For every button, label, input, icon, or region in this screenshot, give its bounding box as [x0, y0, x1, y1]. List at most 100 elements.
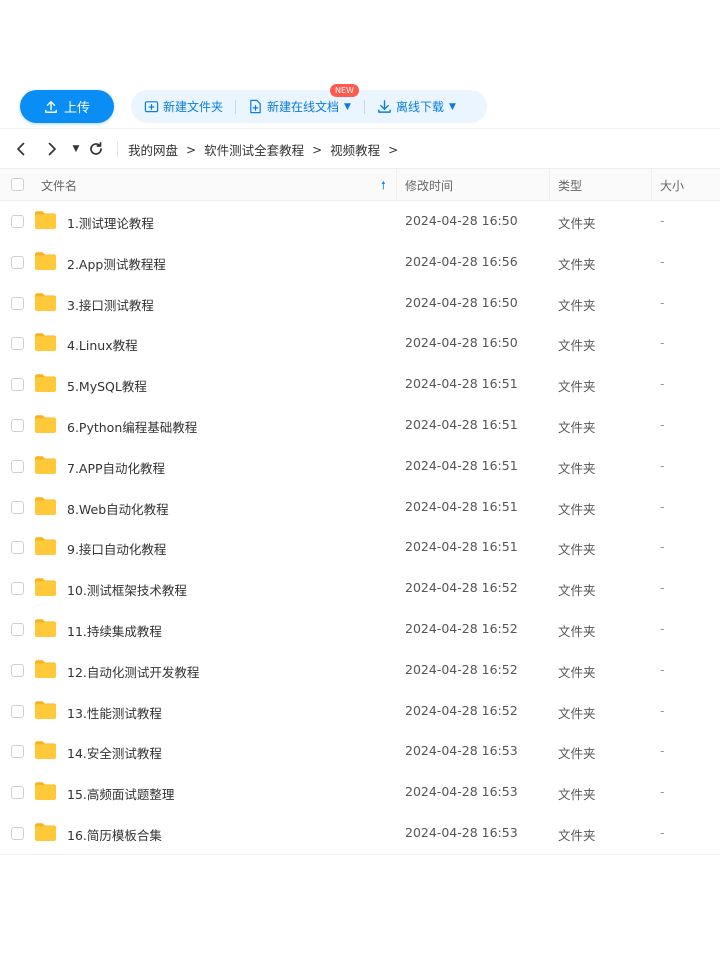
table-row[interactable]: 3.接口测试教程 2024-04-28 16:50 文件夹 -: [0, 283, 720, 324]
toolbar: 上传 新建文件夹 新建在线文档 ▼ 离线下载 ▼ NEW: [0, 84, 720, 128]
file-type: 文件夹: [558, 746, 596, 762]
row-checkbox[interactable]: [11, 745, 24, 759]
file-size: -: [660, 294, 665, 310]
file-name[interactable]: 13.性能测试教程: [67, 703, 162, 722]
new-folder-button[interactable]: 新建文件夹: [144, 98, 223, 115]
row-checkbox[interactable]: [11, 622, 24, 636]
row-checkbox[interactable]: [11, 582, 24, 596]
folder-icon: [35, 496, 56, 515]
new-badge: NEW: [330, 84, 359, 97]
table-body: 1.测试理论教程 2024-04-28 16:50 文件夹 - 2.App测试教程程 20…: [0, 201, 720, 854]
download-icon: [378, 100, 391, 113]
file-size: -: [660, 620, 665, 636]
refresh-button[interactable]: [86, 139, 106, 159]
table-row[interactable]: 11.持续集成教程 2024-04-28 16:52 文件夹 -: [0, 609, 720, 650]
select-all-checkbox[interactable]: [11, 178, 24, 191]
column-header-name[interactable]: 文件名: [41, 177, 77, 194]
modified-time: 2024-04-28 16:56: [405, 253, 518, 269]
table-row[interactable]: 14.安全测试教程 2024-04-28 16:53 文件夹 -: [0, 731, 720, 772]
file-type: 文件夹: [558, 542, 596, 558]
file-name[interactable]: 2.App测试教程程: [67, 254, 166, 273]
file-name[interactable]: 7.APP自动化教程: [67, 458, 165, 477]
file-name[interactable]: 10.测试框架技术教程: [67, 580, 187, 599]
file-size: -: [660, 498, 665, 514]
file-name[interactable]: 4.Linux教程: [67, 335, 138, 354]
file-name[interactable]: 11.持续集成教程: [67, 621, 162, 640]
row-checkbox[interactable]: [11, 500, 24, 514]
row-checkbox[interactable]: [11, 704, 24, 718]
row-checkbox[interactable]: [11, 663, 24, 677]
file-type: 文件夹: [558, 460, 596, 476]
row-checkbox[interactable]: [11, 255, 24, 269]
table-row[interactable]: 6.Python编程基础教程 2024-04-28 16:51 文件夹 -: [0, 405, 720, 446]
row-checkbox[interactable]: [11, 337, 24, 351]
folder-icon: [35, 782, 56, 801]
file-type: 文件夹: [558, 623, 596, 639]
file-name[interactable]: 9.接口自动化教程: [67, 539, 166, 558]
file-name[interactable]: 1.测试理论教程: [67, 213, 154, 232]
file-type: 文件夹: [558, 787, 596, 803]
table-row[interactable]: 5.MySQL教程 2024-04-28 16:51 文件夹 -: [0, 364, 720, 405]
file-size: -: [660, 457, 665, 473]
modified-time: 2024-04-28 16:50: [405, 294, 518, 310]
column-header-size[interactable]: 大小: [660, 177, 684, 194]
upload-label: 上传: [63, 101, 90, 116]
row-checkbox[interactable]: [11, 786, 24, 800]
file-name[interactable]: 6.Python编程基础教程: [67, 417, 197, 436]
row-checkbox[interactable]: [11, 826, 24, 840]
file-size: -: [660, 580, 665, 596]
breadcrumb-item[interactable]: 软件测试全套教程: [204, 140, 304, 159]
file-name[interactable]: 8.Web自动化教程: [67, 499, 169, 518]
table-row[interactable]: 7.APP自动化教程 2024-04-28 16:51 文件夹 -: [0, 446, 720, 487]
table-row[interactable]: 13.性能测试教程 2024-04-28 16:52 文件夹 -: [0, 691, 720, 732]
upload-button[interactable]: 上传: [20, 90, 114, 123]
modified-time: 2024-04-28 16:52: [405, 661, 518, 677]
table-row[interactable]: 12.自动化测试开发教程 2024-04-28 16:52 文件夹 -: [0, 650, 720, 691]
file-name[interactable]: 5.MySQL教程: [67, 376, 147, 395]
column-header-modified[interactable]: 修改时间: [405, 177, 453, 194]
file-name[interactable]: 14.安全测试教程: [67, 743, 162, 762]
row-checkbox[interactable]: [11, 459, 24, 473]
sort-up-icon[interactable]: 🠕: [381, 177, 386, 196]
table-row[interactable]: 2.App测试教程程 2024-04-28 16:56 文件夹 -: [0, 242, 720, 283]
column-divider[interactable]: [549, 169, 550, 200]
table-row[interactable]: 10.测试框架技术教程 2024-04-28 16:52 文件夹 -: [0, 568, 720, 609]
file-name[interactable]: 15.高频面试题整理: [67, 784, 174, 803]
file-size: -: [660, 416, 665, 432]
breadcrumb-item[interactable]: 我的网盘: [128, 140, 178, 159]
back-button[interactable]: [11, 139, 31, 159]
folder-icon: [35, 700, 56, 719]
toolbar-divider: [235, 99, 237, 114]
file-type: 文件夹: [558, 827, 596, 843]
history-dropdown[interactable]: ▼: [66, 139, 86, 159]
breadcrumb-item[interactable]: 视频教程: [330, 140, 380, 159]
upload-icon: [45, 100, 57, 113]
folder-icon: [35, 578, 56, 597]
forward-button[interactable]: [42, 139, 62, 159]
folder-icon: [35, 251, 56, 270]
table-row[interactable]: 1.测试理论教程 2024-04-28 16:50 文件夹 -: [0, 201, 720, 242]
row-checkbox[interactable]: [11, 215, 24, 228]
table-header: 文件名 🠕 修改时间 类型 大小: [0, 168, 720, 201]
table-bottom-border: [0, 853, 720, 855]
column-header-type[interactable]: 类型: [558, 177, 582, 194]
row-checkbox[interactable]: [11, 541, 24, 555]
row-checkbox[interactable]: [11, 296, 24, 310]
file-name[interactable]: 3.接口测试教程: [67, 295, 154, 314]
new-online-doc-button[interactable]: 新建在线文档 ▼: [248, 98, 351, 115]
folder-icon: [35, 374, 56, 393]
column-divider[interactable]: [651, 169, 652, 200]
table-row[interactable]: 9.接口自动化教程 2024-04-28 16:51 文件夹 -: [0, 527, 720, 568]
row-checkbox[interactable]: [11, 418, 24, 432]
table-row[interactable]: 8.Web自动化教程 2024-04-28 16:51 文件夹 -: [0, 487, 720, 528]
modified-time: 2024-04-28 16:51: [405, 539, 518, 555]
file-name[interactable]: 12.自动化测试开发教程: [67, 662, 199, 681]
table-row[interactable]: 4.Linux教程 2024-04-28 16:50 文件夹 -: [0, 323, 720, 364]
offline-download-button[interactable]: 离线下载 ▼: [377, 98, 456, 115]
table-row[interactable]: 15.高频面试题整理 2024-04-28 16:53 文件夹 -: [0, 772, 720, 813]
column-divider[interactable]: [396, 169, 397, 200]
file-name[interactable]: 16.简历模板合集: [67, 825, 162, 844]
file-type: 文件夹: [558, 583, 596, 599]
table-row[interactable]: 16.简历模板合集 2024-04-28 16:53 文件夹 -: [0, 813, 720, 854]
row-checkbox[interactable]: [11, 378, 24, 392]
